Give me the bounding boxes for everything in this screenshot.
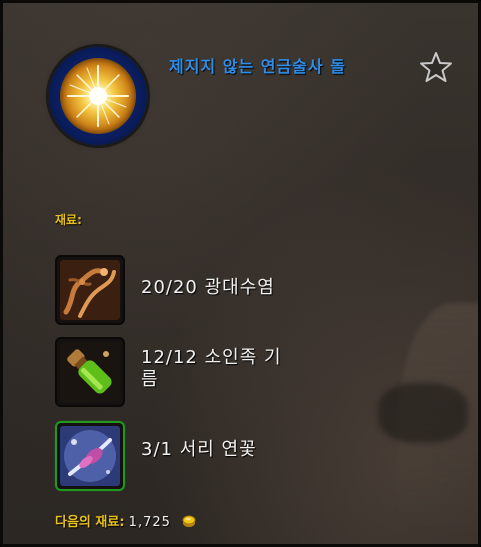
reagents-label: 재료: xyxy=(55,213,82,227)
reagent-row-2[interactable]: 12/12 소인족 기 름 xyxy=(57,339,437,407)
reagent-slot-1[interactable] xyxy=(57,257,123,323)
coin-icon xyxy=(181,514,197,532)
frost-lotus-icon xyxy=(60,426,120,486)
cost-line: 다음의 재료: 1,725 xyxy=(55,511,197,532)
reagent-name-3: 3/1 서리 연꽃 xyxy=(141,439,371,461)
reagent-label-1: 광대수염 xyxy=(204,277,275,298)
oil-vial-icon xyxy=(60,342,120,402)
radiant-orb-icon[interactable] xyxy=(49,47,147,145)
recipe-title: 제지지 않는 연금술사 돌 xyxy=(169,57,346,76)
reagent-row-1[interactable]: 20/20 광대수염 xyxy=(57,257,437,325)
cost-value: 1,725 xyxy=(128,515,171,530)
reagent-row-3[interactable]: 3/1 서리 연꽃 xyxy=(57,423,437,491)
favorite-star-icon[interactable] xyxy=(419,51,453,83)
reagent-name-2: 12/12 소인족 기 름 xyxy=(141,347,371,391)
reagent-slot-2[interactable] xyxy=(57,339,123,405)
reagent-count-2: 12/12 xyxy=(141,347,198,368)
reagent-slot-3[interactable] xyxy=(57,423,123,489)
reagent-count-3: 3/1 xyxy=(141,439,173,460)
reagent-count-1: 20/20 xyxy=(141,277,198,298)
reagent-name-1: 20/20 광대수염 xyxy=(141,277,371,299)
reagent-label-3: 서리 연꽃 xyxy=(179,439,257,460)
recipe-tooltip-panel: 제지지 않는 연금술사 돌 재료: 20/20 광대수염 12/12 소인족 기… xyxy=(0,0,481,547)
cost-label: 다음의 재료: xyxy=(55,515,125,530)
twisted-root-icon xyxy=(60,260,120,320)
